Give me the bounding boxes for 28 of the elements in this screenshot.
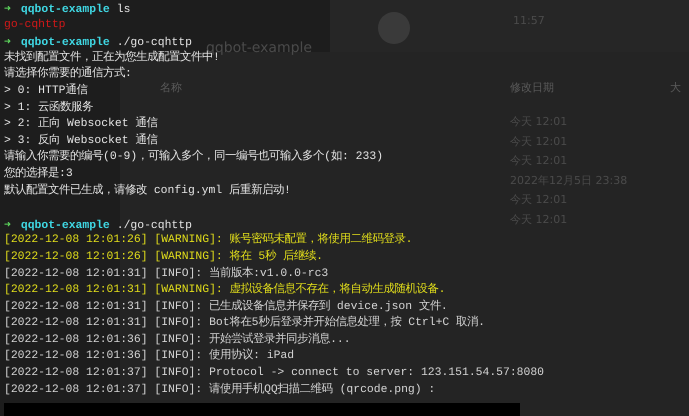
output-line: [2022-12-08 12:01:26] [WARNING]: 将在 5秒 后继续. xyxy=(4,250,323,263)
output-line: > 3: 反向 Websocket 通信 xyxy=(4,134,158,147)
output-line: [2022-12-08 12:01:31] [INFO]: Bot将在5秒后登录并开始信息处理，按 Ctrl+C 取消. xyxy=(4,317,485,330)
output-line: [2022-12-08 12:01:26] [WARNING]: 账号密码未配置，将使用二维码登录. xyxy=(4,234,412,246)
output-line: 请选择你需要的通信方式: xyxy=(4,68,132,80)
output-line: [2022-12-08 12:01:31] [WARNING]: 虚拟设备信息不存在，将自动生成随机设备. xyxy=(4,284,446,296)
output-line: > 0: HTTP通信 xyxy=(4,84,88,97)
output-line: [2022-12-08 12:01:37] [INFO]: 请使用手机QQ扫描二维码 (qrcode.png) : xyxy=(4,384,436,396)
output-line: 请输入你需要的编号(0-9)，可输入多个，同一编号也可输入多个(如: 233) xyxy=(4,151,384,164)
output-line: > 1: 云函数服务 xyxy=(4,102,94,114)
output-line: 默认配置文件已生成，请修改 config.yml 后重新启动! xyxy=(4,184,291,197)
prompt-directory: qqbot-example xyxy=(20,37,110,50)
output-line: go-cqhttp xyxy=(4,18,66,31)
command-text: ls xyxy=(116,4,130,16)
prompt-arrow: ➜ xyxy=(4,34,11,48)
output-line: [2022-12-08 12:01:36] [INFO]: 开始尝试登录并同步消息... xyxy=(4,334,351,346)
command-text: ./go-cqhttp xyxy=(116,37,192,50)
prompt-arrow: ➜ xyxy=(4,1,11,15)
prompt-directory: qqbot-example xyxy=(20,220,110,232)
output-line: [2022-12-08 12:01:37] [INFO]: Protocol -> connect to server: 123.151.54.57:8080 xyxy=(4,367,544,380)
output-line: 您的选择是:3 xyxy=(4,168,73,180)
output-line: [2022-12-08 12:01:31] [INFO]: 当前版本:v1.0.0-rc3 xyxy=(4,268,328,280)
prompt-directory: qqbot-example xyxy=(20,4,110,16)
command-text: ./go-cqhttp xyxy=(116,220,192,232)
output-line: [2022-12-08 12:01:36] [INFO]: 使用协议: iPad xyxy=(4,350,294,362)
output-line: [2022-12-08 12:01:31] [INFO]: 已生成设备信息并保存到 device.json 文件. xyxy=(4,300,448,313)
output-line: > 2: 正向 Websocket 通信 xyxy=(4,118,158,130)
prompt-arrow: ➜ xyxy=(4,216,11,231)
